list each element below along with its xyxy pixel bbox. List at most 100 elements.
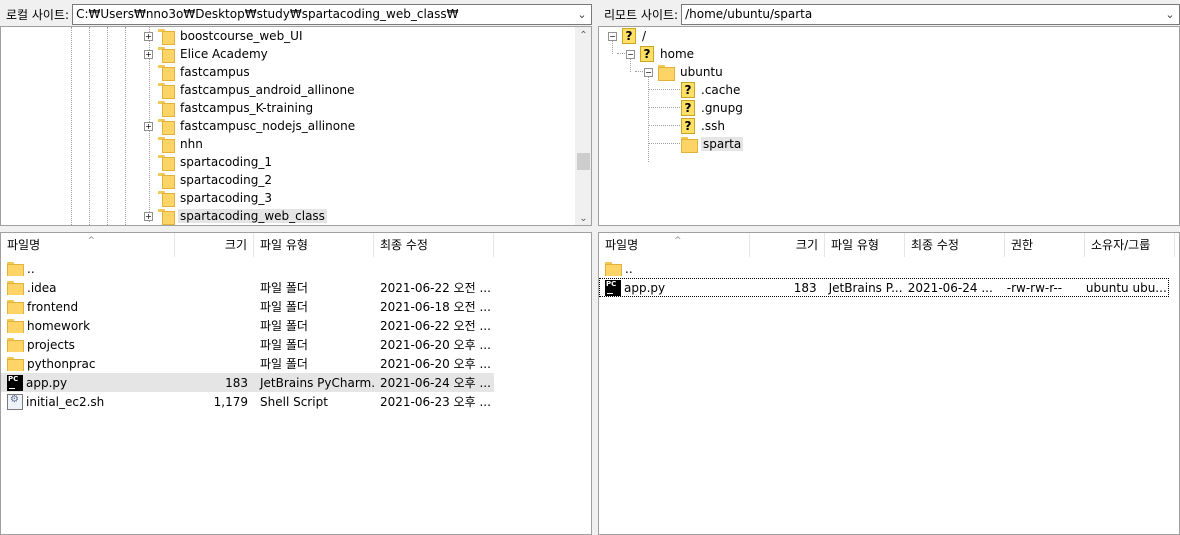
column-header-modified[interactable]: 최종 수정 — [374, 233, 494, 257]
scroll-up-icon[interactable]: ⌃ — [575, 27, 591, 44]
column-header-type[interactable]: 파일 유형 — [825, 233, 905, 257]
column-header-owner[interactable]: 소유자/그룹 — [1085, 233, 1175, 257]
remote-tree-ubuntu[interactable]: − ubuntu — [644, 63, 725, 81]
local-directory-tree[interactable]: + boostcourse_web_UI + Elice Academy fastcam… — [0, 26, 592, 226]
file-type-cell: 파일 폴더 — [260, 338, 308, 352]
tree-item-label: fastcampus_K-training — [180, 101, 314, 115]
remote-tree-home[interactable]: − ? home — [626, 45, 696, 63]
local-tree-item[interactable]: + Elice Academy — [144, 45, 270, 63]
remote-tree-sparta[interactable]: sparta — [681, 135, 744, 153]
remote-tree-cache[interactable]: ? .cache — [681, 81, 742, 99]
expand-icon[interactable]: + — [144, 31, 153, 41]
local-tree-item[interactable]: fastcampus — [144, 63, 252, 81]
column-header-name[interactable]: 파일명 ^ — [1, 233, 175, 257]
folder-icon — [158, 173, 175, 189]
file-row[interactable]: pythonprac 파일 폴더 2021-06-20 오후 ... — [1, 354, 494, 373]
sort-caret-icon: ^ — [87, 236, 96, 246]
file-name: pythonprac — [27, 356, 96, 371]
expand-icon[interactable]: + — [144, 49, 153, 59]
tree-item-label: sparta — [701, 137, 744, 151]
unknown-folder-icon: ? — [681, 118, 695, 134]
file-type-cell: 파일 폴더 — [260, 281, 308, 295]
file-name: .idea — [27, 280, 57, 295]
file-type-cell: Shell Script — [260, 394, 328, 409]
file-modified-cell: 2021-06-23 오후 ... — [380, 395, 491, 409]
unknown-folder-icon: ? — [681, 82, 695, 98]
remote-path-input[interactable]: /home/ubuntu/sparta — [682, 7, 1161, 21]
file-modified-cell: 2021-06-24 ... — [907, 280, 993, 295]
remote-directory-tree[interactable]: − ? / − ? home − ubuntu ? .cache ? .gnup… — [598, 26, 1180, 226]
remote-tree-root[interactable]: − ? / — [608, 27, 648, 45]
local-tree-scrollbar[interactable]: ⌃ ⌄ — [575, 27, 591, 225]
sort-caret-icon: ^ — [674, 236, 682, 246]
column-header-type[interactable]: 파일 유형 — [254, 233, 374, 257]
file-row[interactable]: homework 파일 폴더 2021-06-22 오전 ... — [1, 316, 494, 335]
file-row[interactable]: .. — [599, 259, 1169, 278]
remote-list-header: 파일명 ^ 크기 파일 유형 최종 수정 권한 소유자/그룹 — [599, 233, 1175, 257]
file-row[interactable]: .idea 파일 폴더 2021-06-22 오전 ... — [1, 278, 494, 297]
folder-icon — [158, 101, 175, 117]
file-row[interactable]: PC app.py 183 JetBrains P... 2021-06-24 ... -… — [599, 278, 1169, 297]
chevron-down-icon[interactable]: ⌄ — [573, 5, 591, 24]
folder-icon — [158, 83, 175, 99]
file-name-cell: PC app.py — [599, 279, 748, 296]
expand-icon[interactable]: + — [144, 211, 153, 221]
file-row[interactable]: PC app.py 183 JetBrains PyCharm... 2021-06-2… — [1, 373, 494, 392]
column-header-modified[interactable]: 최종 수정 — [905, 233, 1005, 257]
tree-item-label: .cache — [701, 83, 741, 97]
local-site-label: 로컬 사이트: — [6, 7, 70, 22]
local-tree-item[interactable]: + spartacoding_web_class — [144, 207, 327, 225]
remote-tree-gnupg[interactable]: ? .gnupg — [681, 99, 745, 117]
column-header-size[interactable]: 크기 — [175, 233, 254, 257]
folder-icon — [7, 261, 24, 276]
column-header-permissions[interactable]: 권한 — [1005, 233, 1085, 257]
folder-icon — [158, 155, 175, 171]
scroll-down-icon[interactable]: ⌄ — [575, 210, 591, 225]
column-header-size[interactable]: 크기 — [750, 233, 825, 257]
folder-icon — [158, 119, 175, 135]
column-header-name[interactable]: 파일명 ^ — [599, 233, 750, 257]
file-row[interactable]: projects 파일 폴더 2021-06-20 오후 ... — [1, 335, 494, 354]
file-name-cell: projects — [1, 337, 175, 352]
local-tree-item[interactable]: spartacoding_2 — [144, 171, 274, 189]
file-row[interactable]: .. — [1, 259, 494, 278]
local-tree-item[interactable]: nhn — [144, 135, 205, 153]
file-name-cell: homework — [1, 318, 175, 333]
file-name: frontend — [27, 299, 79, 314]
tree-item-label: fastcampusc_nodejs_allinone — [180, 119, 356, 133]
folder-icon — [7, 299, 24, 314]
collapse-icon[interactable]: − — [608, 31, 617, 41]
local-tree-item[interactable]: spartacoding_1 — [144, 153, 274, 171]
expand-icon[interactable]: + — [144, 121, 153, 131]
tree-item-label: ubuntu — [680, 65, 723, 79]
file-row[interactable]: frontend 파일 폴더 2021-06-18 오전 ... — [1, 297, 494, 316]
local-tree-item[interactable]: fastcampus_K-training — [144, 99, 315, 117]
remote-tree-ssh[interactable]: ? .ssh — [681, 117, 727, 135]
local-tree-item[interactable]: spartacoding_3 — [144, 189, 274, 207]
scroll-thumb[interactable] — [577, 153, 590, 170]
file-type-cell: 파일 폴더 — [260, 300, 308, 314]
tree-item-label: / — [642, 29, 647, 43]
local-tree-item[interactable]: + fastcampusc_nodejs_allinone — [144, 117, 357, 135]
file-name-cell: frontend — [1, 299, 175, 314]
local-path-combo[interactable]: C:₩Users₩nno3o₩Desktop₩study₩spartacodin… — [72, 3, 592, 25]
unknown-folder-icon: ? — [681, 100, 695, 116]
file-modified-cell: 2021-06-18 오전 ... — [380, 300, 491, 314]
tree-item-label: fastcampus — [180, 65, 250, 79]
local-tree-item[interactable]: + boostcourse_web_UI — [144, 27, 305, 45]
local-file-list[interactable]: 파일명 ^ 크기 파일 유형 최종 수정 .. .idea 파일 폴더 2021-06-… — [0, 232, 592, 535]
file-type-cell: 파일 폴더 — [260, 357, 308, 371]
collapse-icon[interactable]: − — [644, 67, 653, 77]
local-path-input[interactable]: C:₩Users₩nno3o₩Desktop₩study₩spartacodin… — [73, 7, 573, 21]
collapse-icon[interactable]: − — [626, 49, 635, 59]
chevron-down-icon[interactable]: ⌄ — [1161, 5, 1179, 24]
local-tree-item[interactable]: fastcampus_android_allinone — [144, 81, 356, 99]
remote-path-combo[interactable]: /home/ubuntu/sparta ⌄ — [681, 3, 1180, 25]
file-size-cell: 183 — [225, 375, 248, 390]
file-row[interactable]: initial_ec2.sh 1,179 Shell Script 2021-06-2… — [1, 392, 494, 411]
shell-script-icon — [7, 393, 23, 410]
file-name: .. — [27, 261, 35, 276]
tree-item-label: .gnupg — [701, 101, 743, 115]
pycharm-file-icon: PC — [605, 279, 621, 296]
remote-file-list[interactable]: 파일명 ^ 크기 파일 유형 최종 수정 권한 소유자/그룹 .. PC app.py… — [598, 232, 1180, 535]
